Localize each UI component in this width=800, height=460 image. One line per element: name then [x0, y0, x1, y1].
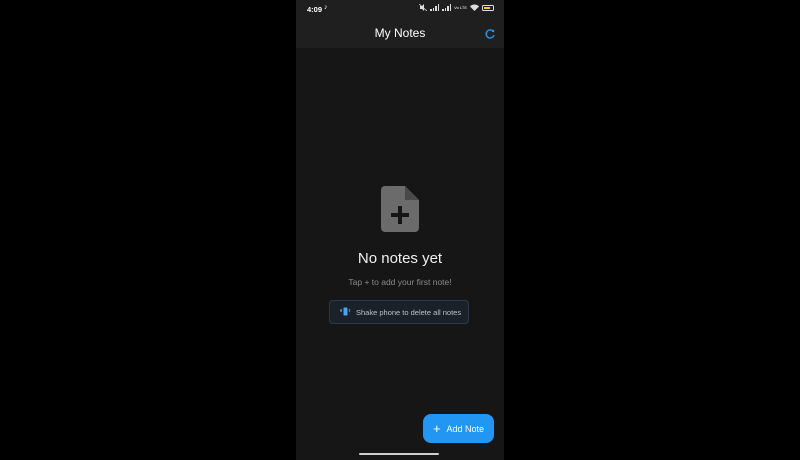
app-bar: My Notes	[296, 18, 504, 48]
volte-icon: Vo LTE	[454, 4, 467, 10]
status-icons: Vo LTE	[419, 4, 494, 11]
vibration-icon	[339, 303, 351, 321]
empty-title: No notes yet	[357, 250, 443, 267]
file-plus-icon	[381, 186, 419, 237]
tiktok-icon: ♪	[324, 4, 328, 11]
shake-hint-text: Shake phone to delete all notes	[356, 307, 462, 317]
home-indicator[interactable]	[359, 453, 439, 455]
wifi-icon	[470, 4, 479, 11]
plus-icon: +	[432, 421, 441, 436]
mute-icon	[419, 4, 428, 11]
status-time: 4:09	[307, 5, 323, 14]
signal-icon	[430, 4, 440, 11]
refresh-icon[interactable]	[484, 27, 496, 39]
phone-screen: 4:09 ♪ Vo LTE My Notes No notes yet Tap …	[296, 0, 504, 460]
page-title: My Notes	[374, 26, 426, 40]
shake-hint-banner: Shake phone to delete all notes	[329, 300, 469, 324]
status-bar: 4:09 ♪ Vo LTE	[296, 0, 504, 18]
signal-icon	[442, 4, 452, 11]
add-note-button[interactable]: + Add Note	[423, 414, 494, 443]
battery-icon	[482, 4, 494, 11]
add-note-label: Add Note	[446, 423, 485, 434]
empty-subtitle: Tap + to add your first note!	[348, 277, 452, 287]
